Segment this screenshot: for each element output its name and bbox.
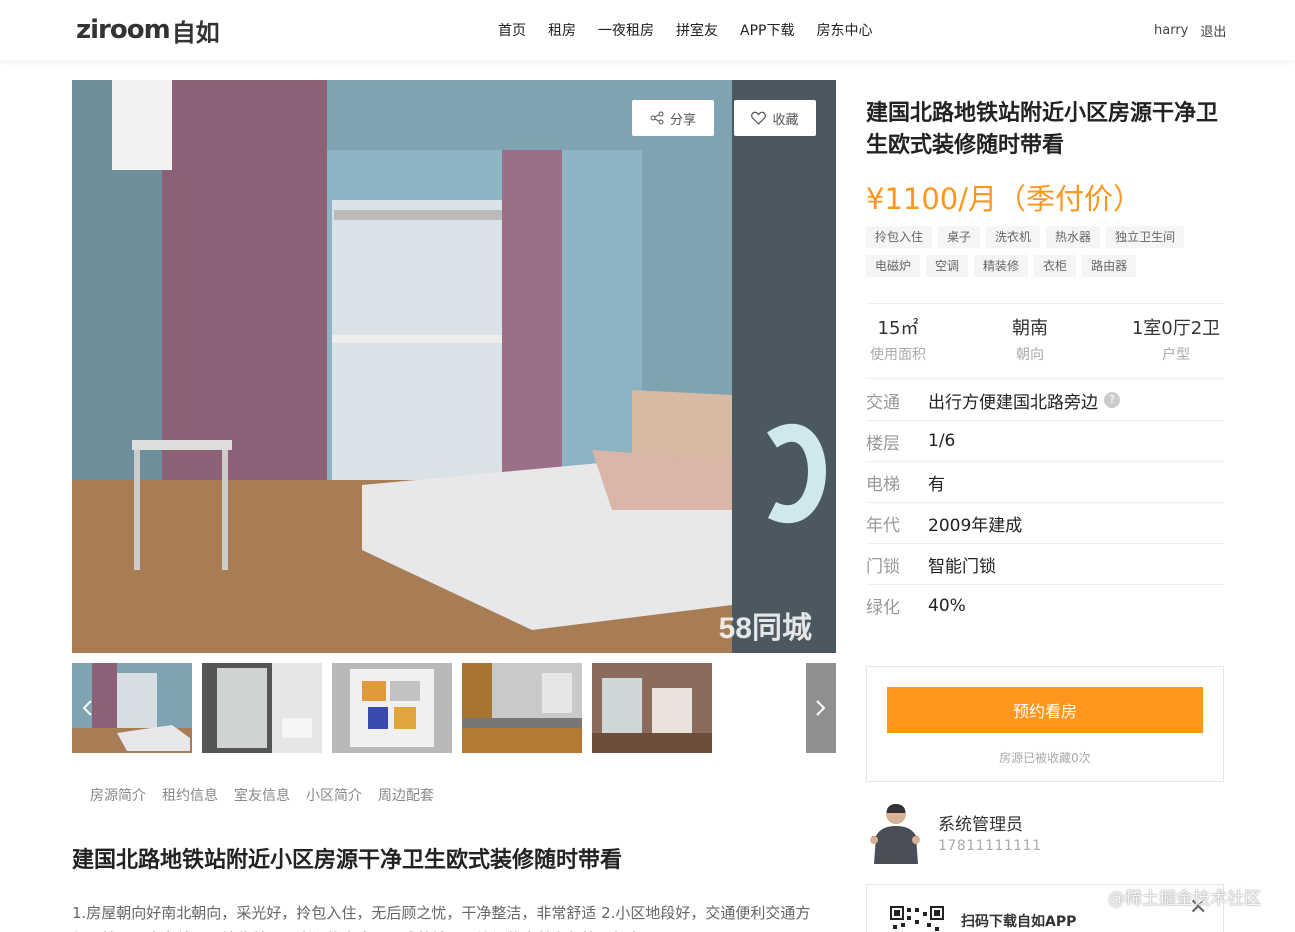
listing-title: 建国北路地铁站附近小区房源干净卫生欧式装修随时带看 (866, 101, 1219, 158)
main-photo[interactable]: 分享 收藏 58同城 (72, 80, 836, 653)
tag: 桌子 (938, 226, 981, 248)
thumbnail-image (462, 663, 582, 753)
nav-landlord[interactable]: 房东中心 (816, 20, 872, 40)
favorite-label: 收藏 (772, 112, 799, 128)
stat-label: 朝向 (1016, 347, 1044, 363)
tab-lease[interactable]: 租约信息 (162, 785, 218, 805)
username[interactable]: harry (1154, 23, 1188, 38)
tag: 空调 (926, 255, 969, 277)
tag: 衣柜 (1034, 255, 1077, 277)
tag: 路由器 (1082, 255, 1137, 277)
share-label: 分享 (669, 112, 696, 128)
info-value: 1/6 (928, 431, 956, 451)
booking-panel: 预约看房 房源已被收藏0次 (866, 666, 1224, 782)
info-key: 交通 (866, 392, 900, 413)
tab-surroundings[interactable]: 周边配套 (378, 785, 434, 805)
chevron-right-icon (816, 700, 826, 716)
info-transport: 交通 出行方便建国北路旁边 ? (866, 380, 1224, 421)
info-floor: 楼层 1/6 (866, 421, 1224, 462)
chevron-left-icon (82, 700, 92, 716)
info-value: 2009年建成 (928, 515, 1023, 536)
tag: 电磁炉 (866, 255, 921, 277)
stat-value: 1室0厅2卫 (1131, 318, 1221, 339)
prev-arrow[interactable] (72, 663, 102, 753)
nav-one-night[interactable]: 一夜租房 (598, 20, 654, 40)
info-key: 绿化 (866, 598, 900, 618)
key-stats: 15㎡ 使用面积 朝南 朝向 1室0厅2卫 户型 (866, 303, 1224, 379)
user-area: harry 退出 (1154, 0, 1238, 60)
favorite-count: 房源已被收藏0次 (999, 751, 1091, 765)
qr-code-icon (889, 905, 945, 932)
main-nav: 首页 租房 一夜租房 拼室友 APP下载 房东中心 (498, 0, 894, 60)
stat-value: 朝南 (1012, 318, 1048, 339)
info-key: 楼层 (866, 433, 900, 454)
info-value: 出行方便建国北路旁边 (928, 392, 1098, 413)
logout-link[interactable]: 退出 (1200, 21, 1226, 40)
agent-phone: 17811111111 (938, 838, 1042, 854)
tag: 精装修 (974, 255, 1029, 277)
info-value: 有 (928, 474, 945, 495)
tab-community[interactable]: 小区简介 (306, 785, 362, 805)
info-key: 年代 (866, 515, 900, 536)
thumbnail-2[interactable] (202, 663, 322, 753)
favorite-button[interactable]: 收藏 (734, 100, 816, 136)
tab-roommates[interactable]: 室友信息 (234, 785, 290, 805)
bedroom-photo (72, 80, 836, 653)
ziroom-logo[interactable]: ziroom 自如 (76, 14, 220, 47)
info-greenery: 绿化 40% (866, 585, 1224, 626)
nav-home[interactable]: 首页 (498, 20, 526, 40)
info-elevator: 电梯 有 (866, 462, 1224, 503)
description-text: 1.房屋朝向好南北朝向，采光好，拎包入住，无后顾之忧，干净整洁，非常舒适 2.小… (72, 904, 811, 932)
stat-label: 户型 (1162, 347, 1190, 363)
thumbnail-4[interactable] (462, 663, 582, 753)
share-icon (650, 111, 664, 125)
tag: 独立卫生间 (1106, 226, 1185, 248)
share-button[interactable]: 分享 (632, 100, 714, 136)
stat-area: 15㎡ 使用面积 (866, 314, 930, 364)
book-viewing-button[interactable]: 预约看房 (887, 687, 1203, 733)
next-arrow[interactable] (806, 663, 836, 753)
thumbnail-image (332, 663, 452, 753)
stat-orientation: 朝南 朝向 (998, 314, 1062, 364)
info-year: 年代 2009年建成 (866, 503, 1224, 544)
thumbnail-strip (72, 663, 836, 753)
stat-value: 15㎡ (877, 318, 919, 339)
info-key: 门锁 (866, 556, 900, 577)
nav-roommate[interactable]: 拼室友 (676, 20, 718, 40)
thumbnail-3[interactable] (332, 663, 452, 753)
photo-watermark: 58同城 (718, 612, 812, 645)
help-icon[interactable]: ? (1104, 392, 1120, 408)
info-value: 智能门锁 (928, 556, 996, 577)
nav-rent[interactable]: 租房 (548, 20, 576, 40)
feature-tags: 拎包入住 桌子 洗衣机 热水器 独立卫生间 电磁炉 空调 精装修 衣柜 路由器 (866, 226, 1226, 284)
listing-price: ¥1100/月（季付价） (866, 182, 1143, 216)
heart-icon (751, 111, 767, 125)
tag: 热水器 (1046, 226, 1101, 248)
stat-label: 使用面积 (870, 347, 926, 363)
site-watermark: @稀土掘金技术社区 (1108, 889, 1261, 909)
stat-layout: 1室0厅2卫 户型 (1126, 314, 1226, 364)
tab-intro[interactable]: 房源简介 (90, 785, 146, 805)
thumbnail-image (592, 663, 712, 753)
logo-cn: 自如 (171, 18, 220, 47)
info-lock: 门锁 智能门锁 (866, 544, 1224, 585)
thumbnail-5[interactable] (592, 663, 712, 753)
description-title: 建国北路地铁站附近小区房源干净卫生欧式装修随时带看 (72, 848, 623, 873)
tag: 洗衣机 (986, 226, 1041, 248)
logo-text: ziroom (76, 15, 171, 45)
info-value: 40% (928, 595, 966, 616)
agent-avatar (866, 800, 924, 864)
info-key: 电梯 (866, 474, 900, 495)
nav-app-download[interactable]: APP下载 (740, 20, 794, 40)
avatar-image (866, 800, 924, 864)
thumbnail-image (202, 663, 322, 753)
agent-name: 系统管理员 (938, 815, 1023, 835)
detail-tabs: 房源简介 租约信息 室友信息 小区简介 周边配套 (90, 785, 450, 805)
top-header: ziroom 自如 首页 租房 一夜租房 拼室友 APP下载 房东中心 harr… (0, 0, 1295, 60)
app-download-text: 扫码下载自如APP (961, 914, 1077, 930)
tag: 拎包入住 (866, 226, 933, 248)
